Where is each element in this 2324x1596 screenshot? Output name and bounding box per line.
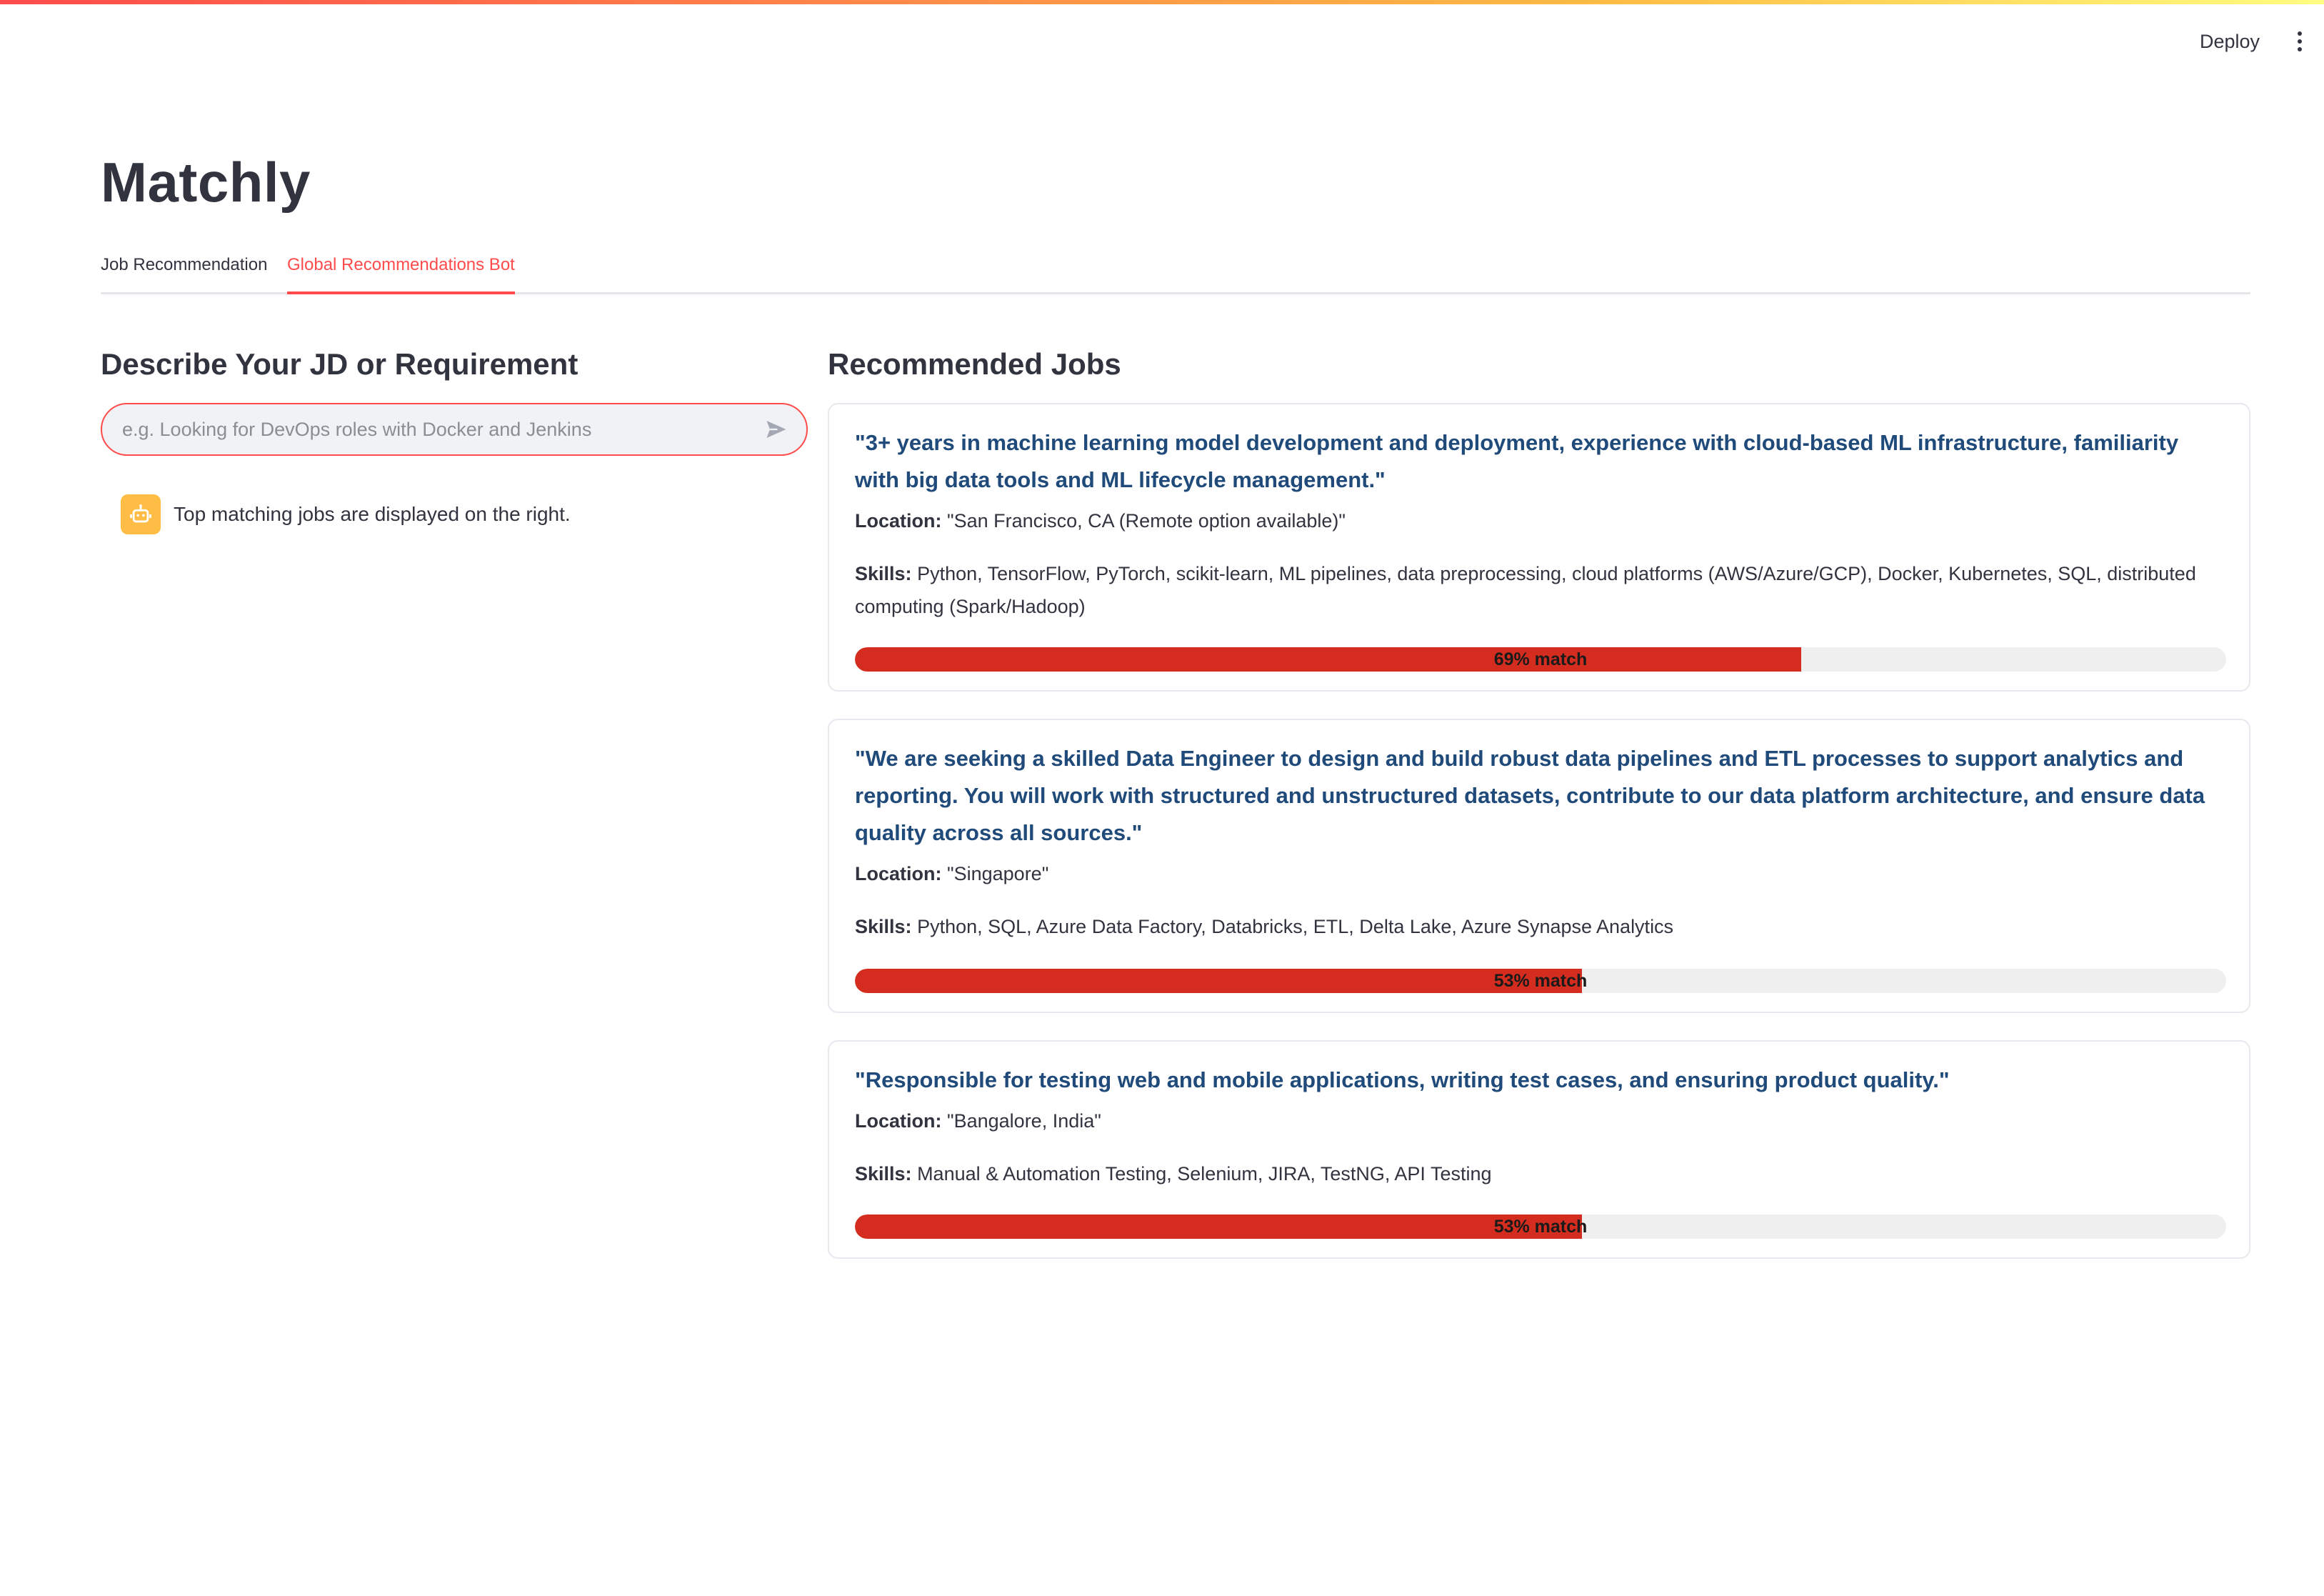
match-progress-bar: 53% match	[855, 969, 2226, 993]
recommended-jobs-heading: Recommended Jobs	[828, 347, 1121, 381]
page-title: Matchly	[101, 151, 311, 214]
location-label: Location:	[855, 510, 942, 532]
job-location: Location: "Singapore"	[855, 857, 2223, 890]
top-decoration-bar	[0, 0, 2324, 4]
chat-input-container	[101, 403, 808, 456]
app-header: Deploy	[0, 27, 2324, 56]
location-value: "Singapore"	[947, 863, 1049, 884]
match-progress-bar: 53% match	[855, 1215, 2226, 1239]
deploy-button[interactable]: Deploy	[2200, 27, 2260, 56]
job-title: "We are seeking a skilled Data Engineer …	[855, 746, 2205, 845]
match-label: 53% match	[1493, 1217, 1588, 1237]
tab-bar: Job Recommendation Global Recommendation…	[101, 249, 2250, 294]
job-title: "Responsible for testing web and mobile …	[855, 1067, 1950, 1092]
job-card: "Responsible for testing web and mobile …	[828, 1040, 2250, 1259]
tab-global-recommendations-bot[interactable]: Global Recommendations Bot	[287, 249, 515, 294]
send-icon	[766, 421, 786, 438]
bot-message-text: Top matching jobs are displayed on the r…	[174, 503, 571, 525]
match-label: 69% match	[1493, 649, 1588, 669]
requirement-heading: Describe Your JD or Requirement	[101, 347, 579, 381]
recommendations-panel: Recommended Jobs "3+ years in machine le…	[828, 343, 2250, 1259]
match-label: 53% match	[1493, 971, 1588, 991]
skills-value: Python, SQL, Azure Data Factory, Databri…	[917, 916, 1674, 937]
job-skills: Skills: Python, SQL, Azure Data Factory,…	[855, 910, 2223, 943]
bot-avatar	[121, 494, 161, 534]
job-location: Location: "Bangalore, India"	[855, 1104, 2223, 1137]
job-title: "3+ years in machine learning model deve…	[855, 430, 2179, 492]
job-card: "We are seeking a skilled Data Engineer …	[828, 719, 2250, 1013]
location-value: "San Francisco, CA (Remote option availa…	[947, 510, 1346, 532]
skills-label: Skills:	[855, 1163, 912, 1184]
requirement-input[interactable]	[102, 404, 755, 454]
location-value: "Bangalore, India"	[947, 1110, 1101, 1132]
job-card: "3+ years in machine learning model deve…	[828, 403, 2250, 692]
requirement-panel: Describe Your JD or Requirement e.g. Loo…	[101, 343, 808, 534]
job-location: Location: "San Francisco, CA (Remote opt…	[855, 504, 2223, 537]
send-button[interactable]	[755, 408, 798, 451]
bot-message: Top matching jobs are displayed on the r…	[121, 494, 571, 534]
job-skills: Skills: Python, TensorFlow, PyTorch, sci…	[855, 557, 2223, 623]
location-label: Location:	[855, 863, 942, 884]
skills-value: Python, TensorFlow, PyTorch, scikit-lear…	[855, 563, 2196, 617]
job-skills: Skills: Manual & Automation Testing, Sel…	[855, 1157, 2223, 1190]
skills-value: Manual & Automation Testing, Selenium, J…	[917, 1163, 1492, 1184]
tab-job-recommendation[interactable]: Job Recommendation	[101, 249, 267, 294]
skills-label: Skills:	[855, 916, 912, 937]
match-progress-bar: 69% match	[855, 647, 2226, 672]
location-label: Location:	[855, 1110, 942, 1132]
robot-icon	[130, 504, 151, 523]
more-vertical-icon[interactable]	[2285, 27, 2314, 56]
skills-label: Skills:	[855, 563, 912, 584]
